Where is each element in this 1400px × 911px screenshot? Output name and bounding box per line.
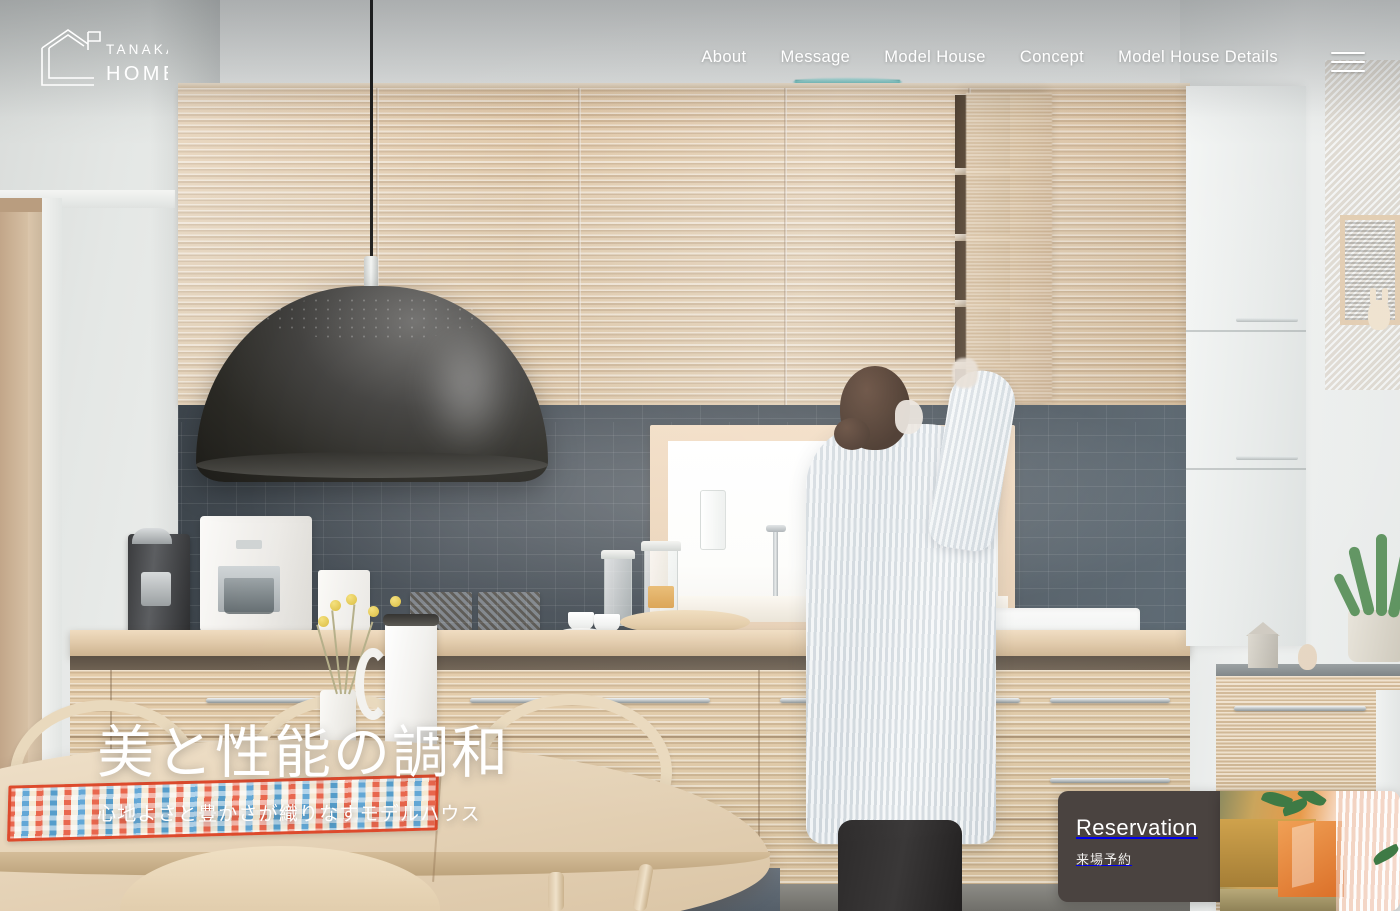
plant-pot bbox=[1348, 610, 1400, 662]
reservation-title-ja: 来場予約 bbox=[1076, 852, 1133, 867]
drawer-handle bbox=[1050, 778, 1170, 783]
bunny-ear bbox=[1382, 288, 1388, 305]
pendant-lamp-highlight bbox=[420, 320, 516, 458]
house-ornament bbox=[1248, 634, 1278, 668]
person-face bbox=[895, 400, 923, 434]
table-leg bbox=[548, 872, 564, 911]
nav-item-about[interactable]: About bbox=[701, 48, 746, 67]
drawer-handle bbox=[1050, 698, 1170, 703]
flower-bud bbox=[368, 606, 379, 617]
hamburger-menu-icon[interactable] bbox=[1331, 52, 1365, 72]
nav-item-model-house-details[interactable]: Model House Details bbox=[1118, 48, 1278, 67]
woven-basket bbox=[478, 592, 540, 634]
open-cabinet-door bbox=[966, 93, 1052, 403]
flower-bud bbox=[318, 616, 329, 627]
logo-text-line2: HOME bbox=[106, 63, 168, 85]
main-navigation: About Message Model House Concept Model … bbox=[701, 48, 1278, 67]
hero-title: 美と性能の調和 bbox=[97, 721, 510, 785]
reservation-widget[interactable]: Reservation 来場予約 bbox=[1058, 791, 1400, 911]
person-trousers bbox=[838, 820, 962, 911]
cabinet-seam bbox=[578, 88, 581, 405]
bunny-ear bbox=[1370, 288, 1376, 305]
open-door-slat-texture bbox=[966, 93, 1052, 403]
flower-bud bbox=[346, 594, 357, 605]
countertop-shadow bbox=[70, 656, 1190, 670]
reservation-label-panel: Reservation 来場予約 bbox=[1058, 791, 1220, 902]
coffee-carafe bbox=[224, 578, 274, 614]
logo-text-line1: TANAKA bbox=[106, 42, 168, 57]
nav-item-concept[interactable]: Concept bbox=[1020, 48, 1084, 67]
espresso-machine-top bbox=[132, 528, 172, 544]
cabinet-divider bbox=[1186, 468, 1306, 470]
bird-ornament bbox=[1298, 644, 1317, 670]
reservation-title-en: Reservation bbox=[1076, 815, 1198, 840]
tall-white-cabinet bbox=[1186, 86, 1306, 646]
coffee-maker-button bbox=[236, 540, 262, 549]
nav-item-message[interactable]: Message bbox=[781, 48, 851, 67]
page-root: TANAKA HOME About Message Model House Co… bbox=[0, 0, 1400, 911]
pendant-lamp-rim bbox=[196, 452, 548, 478]
glass-jar-lid bbox=[601, 550, 635, 559]
cabinet-divider bbox=[1186, 330, 1306, 332]
nav-item-model-house[interactable]: Model House bbox=[884, 48, 986, 67]
hamburger-line bbox=[1331, 70, 1365, 72]
kitchen-countertop bbox=[70, 630, 1190, 656]
flower-bud bbox=[330, 600, 341, 611]
pitcher-lid bbox=[383, 614, 439, 626]
doorway-frame-top bbox=[0, 198, 42, 212]
espresso-drip-tray bbox=[141, 572, 171, 606]
faucet bbox=[773, 528, 778, 600]
hero-copy: 美と性能の調和 心地よさと豊かさが織りなすモデルハウス bbox=[97, 722, 510, 826]
flower-bud bbox=[390, 596, 401, 607]
cactus-stem bbox=[1376, 534, 1387, 616]
cabinet-seam bbox=[784, 88, 787, 405]
cabinet-handle bbox=[1236, 456, 1298, 460]
house-outline-with-flag-icon: TANAKA HOME bbox=[41, 29, 168, 86]
site-header: TANAKA HOME About Message Model House Co… bbox=[0, 0, 1400, 118]
person-hair-bun bbox=[834, 418, 870, 450]
hamburger-line bbox=[1331, 52, 1365, 54]
thumbnail-sunlight bbox=[1292, 822, 1314, 888]
side-cabinet-handle bbox=[1234, 706, 1366, 711]
person-hand bbox=[952, 358, 978, 388]
cabinet-handle bbox=[1236, 318, 1298, 322]
faucet-head bbox=[766, 525, 786, 532]
reservation-thumbnail bbox=[1220, 791, 1400, 911]
glass-jar-contents bbox=[648, 586, 674, 608]
hero-subtitle: 心地よさと豊かさが織りなすモデルハウス bbox=[97, 803, 481, 825]
window-glass-jar bbox=[700, 490, 726, 550]
glass-jar-lid bbox=[641, 541, 681, 551]
site-logo[interactable]: TANAKA HOME bbox=[38, 28, 168, 90]
hamburger-line bbox=[1331, 61, 1365, 63]
